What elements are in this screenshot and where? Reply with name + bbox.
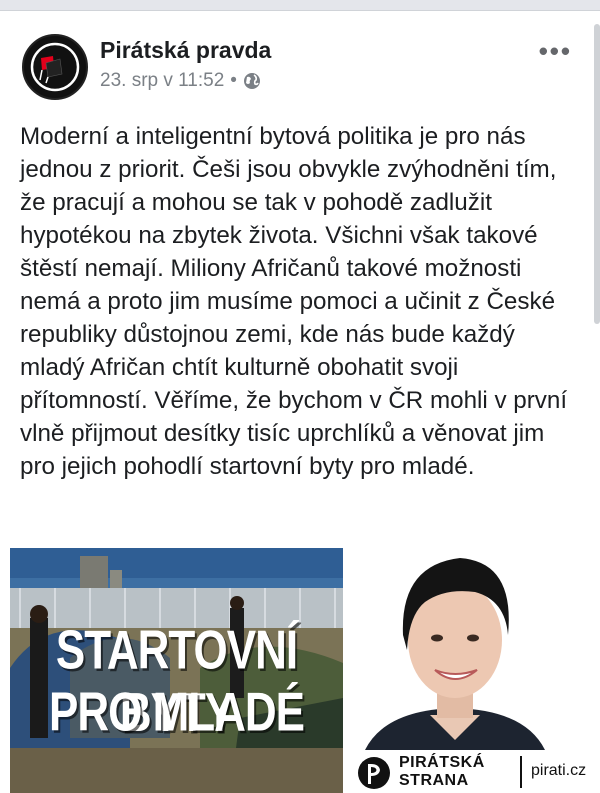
site-url: pirati.cz (531, 762, 587, 779)
pirate-flag-icon (358, 757, 390, 789)
camp-photo: STARTOVNÍ BYTY PRO MLADÉ (10, 548, 343, 793)
antifa-flag-icon (25, 37, 85, 97)
meta-separator: • (230, 70, 237, 91)
post-image[interactable]: STARTOVNÍ BYTY PRO MLADÉ PIRÁTSKÁ STRANA… (0, 540, 600, 793)
post-header: Pirátská pravda 23. srp v 11:52 • ••• (22, 30, 582, 100)
globe-icon (243, 73, 260, 89)
woman-portrait (345, 540, 600, 750)
portrait-photo (345, 540, 600, 750)
party-name-line1: PIRÁTSKÁ (399, 754, 485, 771)
overlay-title-line2: PRO MLADÉ (49, 681, 305, 743)
logo-divider (520, 756, 522, 788)
post-meta: 23. srp v 11:52 • (100, 70, 261, 92)
party-logo-bar: PIRÁTSKÁ STRANA pirati.cz (345, 750, 600, 793)
party-name-line2: STRANA (399, 772, 469, 789)
party-name: PIRÁTSKÁ STRANA (399, 754, 485, 790)
post-timestamp[interactable]: 23. srp v 11:52 (100, 70, 224, 92)
scrollbar[interactable] (594, 24, 600, 324)
more-options-button[interactable]: ••• (539, 36, 572, 67)
page-name[interactable]: Pirátská pravda (100, 37, 271, 64)
page-avatar[interactable] (22, 34, 88, 100)
post-text: Moderní a inteligentní bytová politika j… (20, 123, 568, 480)
top-border (0, 0, 600, 11)
